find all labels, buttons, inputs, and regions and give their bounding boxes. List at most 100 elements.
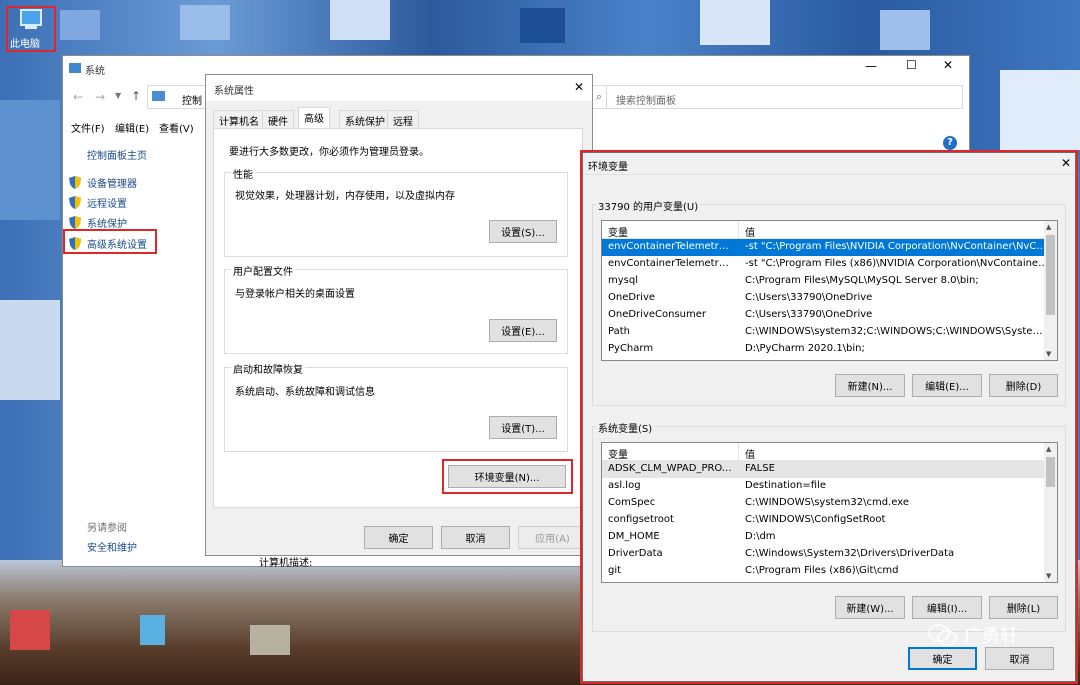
var-value: C:\WINDOWS\system32\cmd.exe: [745, 497, 909, 508]
sys-col-value[interactable]: 值: [739, 443, 1057, 461]
var-value: C:\Program Files\MySQL\MySQL Server 8.0\…: [745, 275, 979, 286]
user-vars-list[interactable]: 变量 值 envContainerTelemetryAp... -st "C:\P…: [601, 220, 1058, 361]
props-ok-button[interactable]: 确定: [364, 526, 433, 549]
sys-vars-scrollbar[interactable]: ▲ ▼: [1044, 443, 1057, 582]
var-name: Path: [608, 326, 630, 337]
var-name: git: [608, 565, 622, 576]
performance-group: [224, 172, 568, 257]
tab-system-protection[interactable]: 系统保护: [339, 110, 391, 128]
user-edit-button[interactable]: 编辑(E)...: [912, 374, 982, 397]
user-delete-button[interactable]: 删除(D): [989, 374, 1058, 397]
props-apply-button[interactable]: 应用(A): [518, 526, 587, 549]
nav-remote-settings-label: 远程设置: [87, 199, 127, 210]
var-value: -st "C:\Program Files\NVIDIA Corporation…: [745, 241, 1052, 252]
tab-advanced-label: 高级: [304, 114, 324, 125]
props-cancel-button[interactable]: 取消: [441, 526, 510, 549]
table-row[interactable]: DM_HOME D:\dm: [602, 529, 1057, 546]
table-row[interactable]: git C:\Program Files (x86)\Git\cmd: [602, 563, 1057, 580]
close-button[interactable]: ✕: [943, 58, 953, 72]
control-panel-icon: [152, 91, 165, 101]
up-arrow-icon[interactable]: ↑: [131, 89, 141, 103]
table-row[interactable]: mysql C:\Program Files\MySQL\MySQL Server…: [602, 273, 1057, 290]
scroll-down-icon[interactable]: ▼: [1046, 572, 1051, 580]
sys-col-variable[interactable]: 变量: [602, 443, 739, 461]
performance-settings-button[interactable]: 设置(S)...: [489, 220, 557, 243]
var-value: FALSE: [745, 463, 775, 474]
tab-system-protection-label: 系统保护: [345, 117, 385, 128]
var-value: C:\Users\33790\OneDrive: [745, 292, 873, 303]
tab-remote[interactable]: 远程: [387, 110, 419, 128]
tab-advanced[interactable]: 高级: [298, 107, 330, 129]
scroll-thumb[interactable]: [1046, 457, 1055, 487]
scroll-thumb[interactable]: [1046, 235, 1055, 315]
scroll-down-icon[interactable]: ▼: [1046, 350, 1051, 358]
shield-icon: [69, 216, 81, 229]
startup-recovery-title: 启动和故障恢复: [231, 361, 305, 376]
tab-computer-name[interactable]: 计算机名: [213, 110, 265, 128]
scroll-up-icon[interactable]: ▲: [1046, 445, 1051, 453]
menu-view[interactable]: 查看(V): [159, 120, 194, 135]
tab-computer-name-label: 计算机名: [219, 117, 259, 128]
minimize-button[interactable]: —: [865, 59, 877, 73]
sys-new-button[interactable]: 新建(W)...: [835, 596, 905, 619]
forward-arrow-icon[interactable]: →: [95, 90, 105, 104]
nav-remote-settings[interactable]: 远程设置: [69, 195, 127, 210]
nav-system-protection-label: 系统保护: [87, 219, 127, 230]
table-row[interactable]: envContainerTelemetryAp... -st "C:\Progra…: [602, 239, 1057, 256]
user-profile-settings-button[interactable]: 设置(E)...: [489, 319, 557, 342]
var-value: C:\Program Files (x86)\Git\cmd: [745, 565, 899, 576]
menu-edit[interactable]: 编辑(E): [115, 120, 149, 135]
highlight-env-button: [442, 459, 573, 494]
table-row[interactable]: ComSpec C:\WINDOWS\system32\cmd.exe: [602, 495, 1057, 512]
var-value: C:\Windows\System32\Drivers\DriverData: [745, 548, 955, 559]
search-box[interactable]: ⌕ 搜索控制面板: [587, 85, 963, 109]
env-cancel-button[interactable]: 取消: [985, 647, 1054, 670]
shield-icon: [69, 176, 81, 189]
sys-vars-title: 系统变量(S): [596, 420, 655, 435]
security-maintenance-link[interactable]: 安全和维护: [87, 539, 137, 554]
startup-recovery-desc: 系统启动、系统故障和调试信息: [235, 387, 375, 398]
table-row[interactable]: Path C:\WINDOWS\system32;C:\WINDOWS;C:\WI…: [602, 324, 1057, 341]
user-new-button[interactable]: 新建(N)...: [835, 374, 905, 397]
table-row[interactable]: OneDrive C:\Users\33790\OneDrive: [602, 290, 1057, 307]
system-window-icon: [69, 63, 81, 73]
var-value: -st "C:\Program Files (x86)\NVIDIA Corpo…: [745, 258, 1056, 269]
var-value: Destination=file: [745, 480, 826, 491]
table-row[interactable]: PyCharm D:\PyCharm 2020.1\bin;: [602, 341, 1057, 358]
nav-system-protection[interactable]: 系统保护: [69, 215, 127, 230]
performance-desc: 视觉效果，处理器计划，内存使用，以及虚拟内存: [235, 191, 455, 202]
table-row[interactable]: ADSK_CLM_WPAD_PROXY... FALSE: [602, 461, 1057, 478]
computer-description-label: 计算机描述:: [259, 558, 313, 569]
tab-hardware-label: 硬件: [268, 117, 288, 128]
help-icon[interactable]: ?: [943, 136, 957, 150]
control-panel-home-link[interactable]: 控制面板主页: [87, 147, 147, 162]
highlight-advanced-settings: [63, 229, 157, 254]
performance-title: 性能: [231, 166, 255, 181]
table-row[interactable]: configsetroot C:\WINDOWS\ConfigSetRoot: [602, 512, 1057, 529]
env-ok-button[interactable]: 确定: [908, 647, 977, 670]
maximize-button[interactable]: ☐: [906, 58, 917, 72]
user-vars-title: 33790 的用户变量(U): [596, 198, 701, 213]
table-row[interactable]: OneDriveConsumer C:\Users\33790\OneDrive: [602, 307, 1057, 324]
back-arrow-icon[interactable]: ←: [73, 90, 83, 104]
tab-hardware[interactable]: 硬件: [262, 110, 294, 128]
var-name: envContainerTelemetryAp...: [608, 258, 739, 269]
recent-dropdown-icon[interactable]: ▼: [115, 91, 121, 100]
user-col-variable[interactable]: 变量: [602, 221, 739, 239]
table-row[interactable]: asl.log Destination=file: [602, 478, 1057, 495]
scroll-up-icon[interactable]: ▲: [1046, 223, 1051, 231]
user-col-value[interactable]: 值: [739, 221, 1057, 239]
var-value: D:\dm: [745, 531, 776, 542]
sys-delete-button[interactable]: 删除(L): [989, 596, 1058, 619]
sys-vars-header: 变量 值: [602, 443, 1057, 461]
var-value: C:\Users\33790\OneDrive: [745, 309, 873, 320]
startup-recovery-settings-button[interactable]: 设置(T)...: [489, 416, 557, 439]
table-row[interactable]: envContainerTelemetryAp... -st "C:\Progra…: [602, 256, 1057, 273]
user-vars-scrollbar[interactable]: ▲ ▼: [1044, 221, 1057, 360]
props-close-button[interactable]: ✕: [574, 80, 584, 94]
sys-edit-button[interactable]: 编辑(I)...: [912, 596, 982, 619]
table-row[interactable]: DriverData C:\Windows\System32\Drivers\Dr…: [602, 546, 1057, 563]
menu-file[interactable]: 文件(F): [71, 120, 105, 135]
sys-vars-list[interactable]: 变量 值 ADSK_CLM_WPAD_PROXY... FALSE asl.log…: [601, 442, 1058, 583]
nav-device-manager[interactable]: 设备管理器: [69, 175, 137, 190]
